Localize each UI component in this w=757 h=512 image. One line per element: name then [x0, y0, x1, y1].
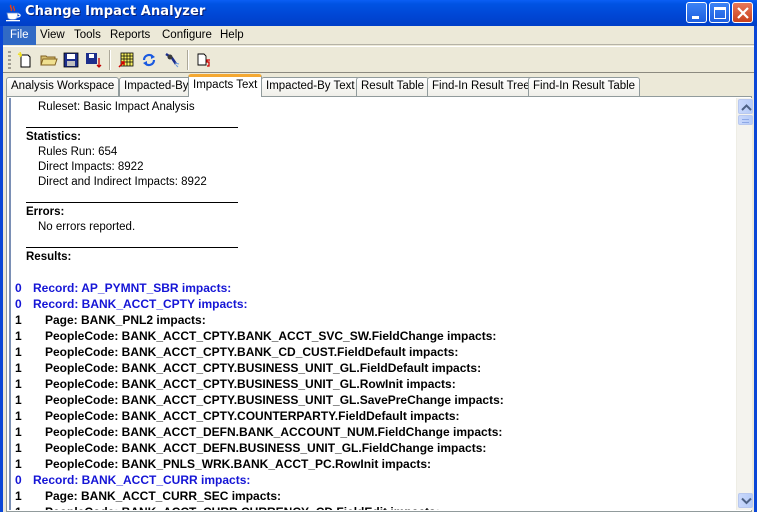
- scroll-down-button[interactable]: [738, 493, 753, 508]
- client-area: File View Tools Reports Configure Help A…: [3, 26, 754, 512]
- tab-find-in-result-table[interactable]: Find-In Result Table: [528, 77, 641, 96]
- chevron-up-icon: [741, 104, 752, 111]
- result-level: 1: [15, 409, 22, 423]
- result-text: PeopleCode: BANK_ACCT_CPTY.BANK_ACCT_SVC…: [45, 329, 497, 343]
- grid-export-icon: [118, 52, 134, 68]
- result-level: 1: [15, 329, 22, 343]
- errors-message: No errors reported.: [38, 221, 136, 233]
- document-report-icon: [197, 53, 210, 67]
- minimize-icon: [692, 16, 699, 19]
- result-text: PeopleCode: BANK_ACCT_DEFN.BANK_ACCOUNT_…: [45, 425, 503, 439]
- save-as-button[interactable]: [83, 50, 105, 70]
- statistics-heading: Statistics:: [26, 131, 81, 143]
- result-text: Record: BANK_ACCT_CURR impacts:: [33, 473, 251, 487]
- tab-find-in-result-tree[interactable]: Find-In Result Tree: [427, 77, 535, 96]
- menu-bar: File View Tools Reports Configure Help: [3, 26, 754, 45]
- result-level: 0: [15, 297, 22, 311]
- result-text: PeopleCode: BANK_ACCT_CPTY.BANK_CD_CUST.…: [45, 345, 459, 359]
- scroll-thumb[interactable]: [738, 115, 753, 125]
- tab-impacted-by[interactable]: Impacted-By: [119, 77, 194, 96]
- result-text: PeopleCode: BANK_ACCT_CPTY.BUSINESS_UNIT…: [45, 377, 456, 391]
- maximize-icon: [714, 7, 726, 19]
- chevron-down-icon: [741, 497, 752, 505]
- result-level: 1: [15, 425, 22, 439]
- save-button[interactable]: [60, 50, 82, 70]
- section-divider: [26, 202, 238, 203]
- refresh-icon: [142, 53, 156, 67]
- tab-analysis-workspace[interactable]: Analysis Workspace: [6, 77, 120, 96]
- result-text: Record: BANK_ACCT_CPTY impacts:: [33, 297, 248, 311]
- result-text: Record: AP_PYMNT_SBR impacts:: [33, 281, 232, 295]
- result-text: PeopleCode: BANK_ACCT_DEFN.BUSINESS_UNIT…: [45, 441, 487, 455]
- result-text: PeopleCode: BANK_ACCT_CPTY.COUNTERPARTY.…: [45, 409, 460, 423]
- open-folder-icon: [40, 55, 58, 66]
- result-level: 1: [15, 457, 22, 471]
- title-bar[interactable]: Change Impact Analyzer: [0, 0, 757, 26]
- maximize-button[interactable]: [709, 2, 730, 23]
- refresh-button[interactable]: [138, 50, 160, 70]
- menu-file[interactable]: File: [3, 26, 36, 45]
- save-icon: [63, 52, 79, 68]
- result-level: 1: [15, 345, 22, 359]
- tab-strip: Analysis Workspace Impacted-By Impacts T…: [3, 74, 754, 97]
- result-text: Page: BANK_PNL2 impacts:: [45, 313, 206, 327]
- analyze-icon: [165, 52, 180, 68]
- toolbar-grip[interactable]: [8, 51, 11, 69]
- result-text: PeopleCode: BANK_ACCT_CPTY.BUSINESS_UNIT…: [45, 393, 504, 407]
- close-icon: [737, 7, 749, 19]
- report-button[interactable]: [193, 50, 215, 70]
- save-down-icon: [86, 53, 102, 68]
- rules-run-stat: Rules Run: 654: [38, 146, 118, 158]
- result-level: 1: [15, 505, 22, 510]
- toolbar-separator: [109, 50, 111, 70]
- menu-help[interactable]: Help: [213, 26, 251, 45]
- vertical-scrollbar[interactable]: [736, 98, 753, 510]
- result-level: 1: [15, 377, 22, 391]
- menu-view[interactable]: View: [33, 26, 72, 45]
- results-heading: Results:: [26, 251, 72, 263]
- open-button[interactable]: [37, 50, 59, 70]
- app-window: Change Impact Analyzer File View Tools R…: [0, 0, 757, 512]
- result-level: 1: [15, 313, 22, 327]
- result-text: Page: BANK_ACCT_CURR_SEC impacts:: [45, 489, 282, 503]
- window-title: Change Impact Analyzer: [25, 4, 206, 19]
- menu-reports[interactable]: Reports: [103, 26, 157, 45]
- result-level: 0: [15, 473, 22, 487]
- result-level: 0: [15, 281, 22, 295]
- tab-impacts-text[interactable]: Impacts Text: [188, 74, 263, 97]
- scroll-up-button[interactable]: [738, 99, 753, 114]
- result-text: PeopleCode: BANK_PNLS_WRK.BANK_ACCT_PC.R…: [45, 457, 432, 471]
- tab-impacted-by-text[interactable]: Impacted-By Text: [261, 77, 360, 96]
- toolbar-separator: [187, 50, 189, 70]
- result-text: PeopleCode: BANK_ACCT_CURR.CURRENCY_CD.F…: [45, 505, 440, 510]
- result-level: 1: [15, 489, 22, 503]
- export-grid-button[interactable]: [115, 50, 137, 70]
- impacts-text-panel: Ruleset: Basic Impact Analysis Statistic…: [6, 96, 753, 512]
- new-document-icon: [17, 52, 31, 68]
- analyze-button[interactable]: [161, 50, 183, 70]
- result-level: 1: [15, 361, 22, 375]
- tab-result-table[interactable]: Result Table: [356, 77, 430, 96]
- menu-tools[interactable]: Tools: [67, 26, 108, 45]
- menu-configure[interactable]: Configure: [155, 26, 219, 45]
- result-level: 1: [15, 393, 22, 407]
- result-text: PeopleCode: BANK_ACCT_CPTY.BUSINESS_UNIT…: [45, 361, 482, 375]
- toolbar: [3, 46, 754, 73]
- java-coffee-icon: [6, 4, 21, 22]
- direct-impacts-stat: Direct Impacts: 8922: [38, 161, 144, 173]
- impacts-text-area[interactable]: Ruleset: Basic Impact Analysis Statistic…: [9, 98, 734, 510]
- ruleset-label: Ruleset: Basic Impact Analysis: [38, 101, 195, 113]
- direct-indirect-impacts-stat: Direct and Indirect Impacts: 8922: [38, 176, 207, 188]
- minimize-button[interactable]: [686, 2, 707, 23]
- section-divider: [26, 247, 238, 248]
- section-divider: [26, 127, 238, 128]
- errors-heading: Errors:: [26, 206, 65, 218]
- result-level: 1: [15, 441, 22, 455]
- new-button[interactable]: [14, 50, 36, 70]
- close-button[interactable]: [732, 2, 753, 23]
